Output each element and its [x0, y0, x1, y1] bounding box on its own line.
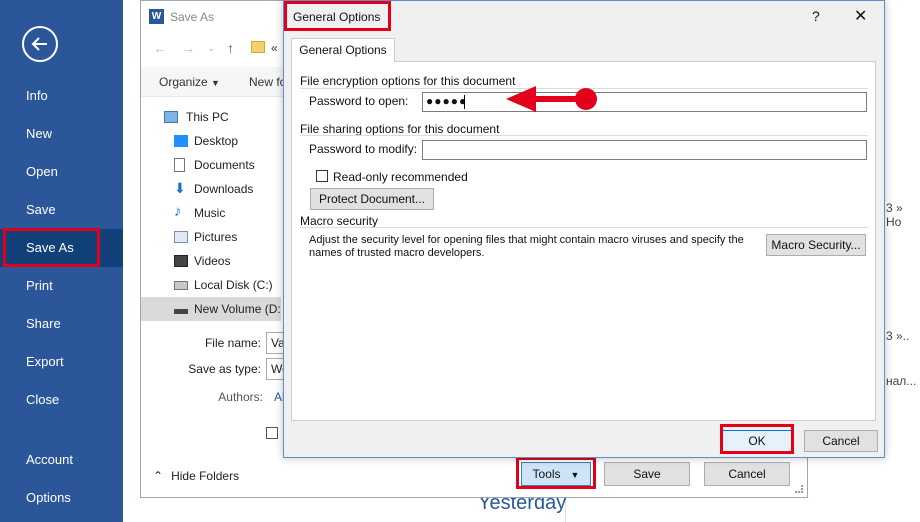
tree-item-label: Videos: [194, 254, 231, 268]
group-divider: [300, 135, 868, 136]
back-arrow-icon: [31, 37, 47, 51]
tools-highlight-box: [516, 457, 596, 489]
hide-folders-label: Hide Folders: [171, 469, 240, 483]
tree-item-this-pc[interactable]: This PC: [141, 105, 281, 129]
backstage-item-save[interactable]: Save: [0, 191, 123, 229]
tree-item-label: Music: [194, 206, 226, 220]
backstage-item-account[interactable]: Account: [0, 441, 123, 479]
save-as-highlight-box: [3, 228, 100, 267]
organize-button[interactable]: Organize ▼: [159, 75, 220, 89]
password-open-label: Password to open:: [309, 94, 409, 108]
backstage-item-close[interactable]: Close: [0, 381, 123, 419]
back-button[interactable]: [22, 26, 58, 62]
sharing-group-label: File sharing options for this document: [300, 122, 500, 136]
macro-security-button[interactable]: Macro Security...: [766, 234, 866, 256]
read-only-checkbox[interactable]: [316, 170, 328, 182]
password-open-value: ●●●●●: [426, 94, 468, 108]
address-bar[interactable]: «: [271, 41, 278, 55]
tree-item-label: Local Disk (C:): [194, 278, 273, 292]
dropdown-icon: ▼: [211, 78, 220, 88]
tree-item-label: New Volume (D:: [194, 302, 281, 316]
backstage-item-info[interactable]: Info: [0, 77, 123, 115]
hide-folders-button[interactable]: ⌃ Hide Folders: [153, 469, 239, 483]
tree-item-music[interactable]: ♪ Music: [141, 201, 281, 225]
tree-item-local-disk[interactable]: Local Disk (C:): [141, 273, 281, 297]
tree-item-label: Desktop: [194, 134, 239, 148]
password-open-input[interactable]: ●●●●●: [422, 92, 867, 112]
recent-fragment-1: 3 » Ho: [886, 201, 903, 229]
protect-document-button[interactable]: Protect Document...: [310, 188, 434, 210]
tree-item-videos[interactable]: Videos: [141, 249, 281, 273]
cancel-button[interactable]: Cancel: [704, 462, 790, 486]
tree-item-downloads[interactable]: ⬇ Downloads: [141, 177, 281, 201]
macro-description: Adjust the security level for opening fi…: [309, 234, 744, 259]
file-name-label: File name:: [204, 336, 261, 350]
macro-group-label: Macro security: [300, 214, 379, 228]
encryption-group-label: File encryption options for this documen…: [300, 74, 516, 88]
pictures-icon: [174, 231, 188, 243]
tree-item-label: Downloads: [194, 182, 254, 196]
download-icon: ⬇: [174, 180, 186, 196]
title-highlight-box: [284, 1, 391, 31]
drive-icon: [174, 281, 188, 290]
videos-icon: [174, 255, 188, 267]
backstage-item-options[interactable]: Options: [0, 479, 123, 517]
recent-fragment-2: 3 »..: [886, 329, 910, 343]
general-options-cancel-button[interactable]: Cancel: [804, 430, 878, 452]
back-nav-icon[interactable]: ←: [153, 40, 167, 56]
tree-item-label: Documents: [194, 158, 255, 172]
music-icon: ♪: [174, 203, 182, 220]
forward-nav-icon[interactable]: →: [181, 40, 195, 56]
close-icon[interactable]: ✕: [854, 6, 867, 26]
backstage-item-print[interactable]: Print: [0, 267, 123, 305]
backstage-item-export[interactable]: Export: [0, 343, 123, 381]
chevron-up-icon: ⌃: [153, 469, 164, 483]
pc-icon: [164, 111, 178, 123]
resize-grip[interactable]: [795, 485, 803, 493]
authors-label: Authors:: [218, 390, 263, 404]
ok-highlight-box: [720, 424, 794, 454]
desktop-icon: [174, 135, 188, 147]
drive-icon: [174, 309, 188, 314]
tab-general-options[interactable]: General Options: [291, 38, 395, 62]
password-modify-input[interactable]: [422, 140, 867, 160]
recent-locations-icon[interactable]: ⌄: [207, 43, 215, 54]
password-modify-label: Password to modify:: [309, 142, 418, 156]
group-divider: [300, 227, 868, 228]
backstage-item-new[interactable]: New: [0, 115, 123, 153]
save-as-type-label: Save as type:: [188, 362, 261, 376]
folder-icon: [251, 41, 265, 53]
help-icon[interactable]: ?: [812, 8, 820, 24]
read-only-label: Read-only recommended: [333, 170, 468, 184]
tree-item-label: Pictures: [194, 230, 238, 244]
backstage-item-share[interactable]: Share: [0, 305, 123, 343]
recent-fragment-3: нал...: [886, 374, 917, 388]
word-icon: W: [149, 9, 164, 24]
save-button[interactable]: Save: [604, 462, 690, 486]
annotation-arrow-icon: [506, 86, 597, 112]
tree-item-new-volume[interactable]: New Volume (D:: [141, 297, 281, 321]
backstage-item-open[interactable]: Open: [0, 153, 123, 191]
organize-label: Organize: [159, 75, 208, 89]
new-folder-button[interactable]: New fo: [249, 75, 286, 89]
documents-icon: [174, 158, 185, 172]
general-options-dialog: General Options ? ✕ General Options File…: [283, 0, 885, 458]
tree-item-desktop[interactable]: Desktop: [141, 129, 281, 153]
save-as-title: Save As: [170, 10, 215, 24]
text-caret: [464, 95, 465, 109]
tree-item-pictures[interactable]: Pictures: [141, 225, 281, 249]
tree-item-label: This PC: [186, 110, 229, 124]
up-folder-icon[interactable]: ↑: [227, 40, 234, 56]
save-thumbnail-checkbox[interactable]: [266, 427, 278, 439]
tree-item-documents[interactable]: Documents: [141, 153, 281, 177]
